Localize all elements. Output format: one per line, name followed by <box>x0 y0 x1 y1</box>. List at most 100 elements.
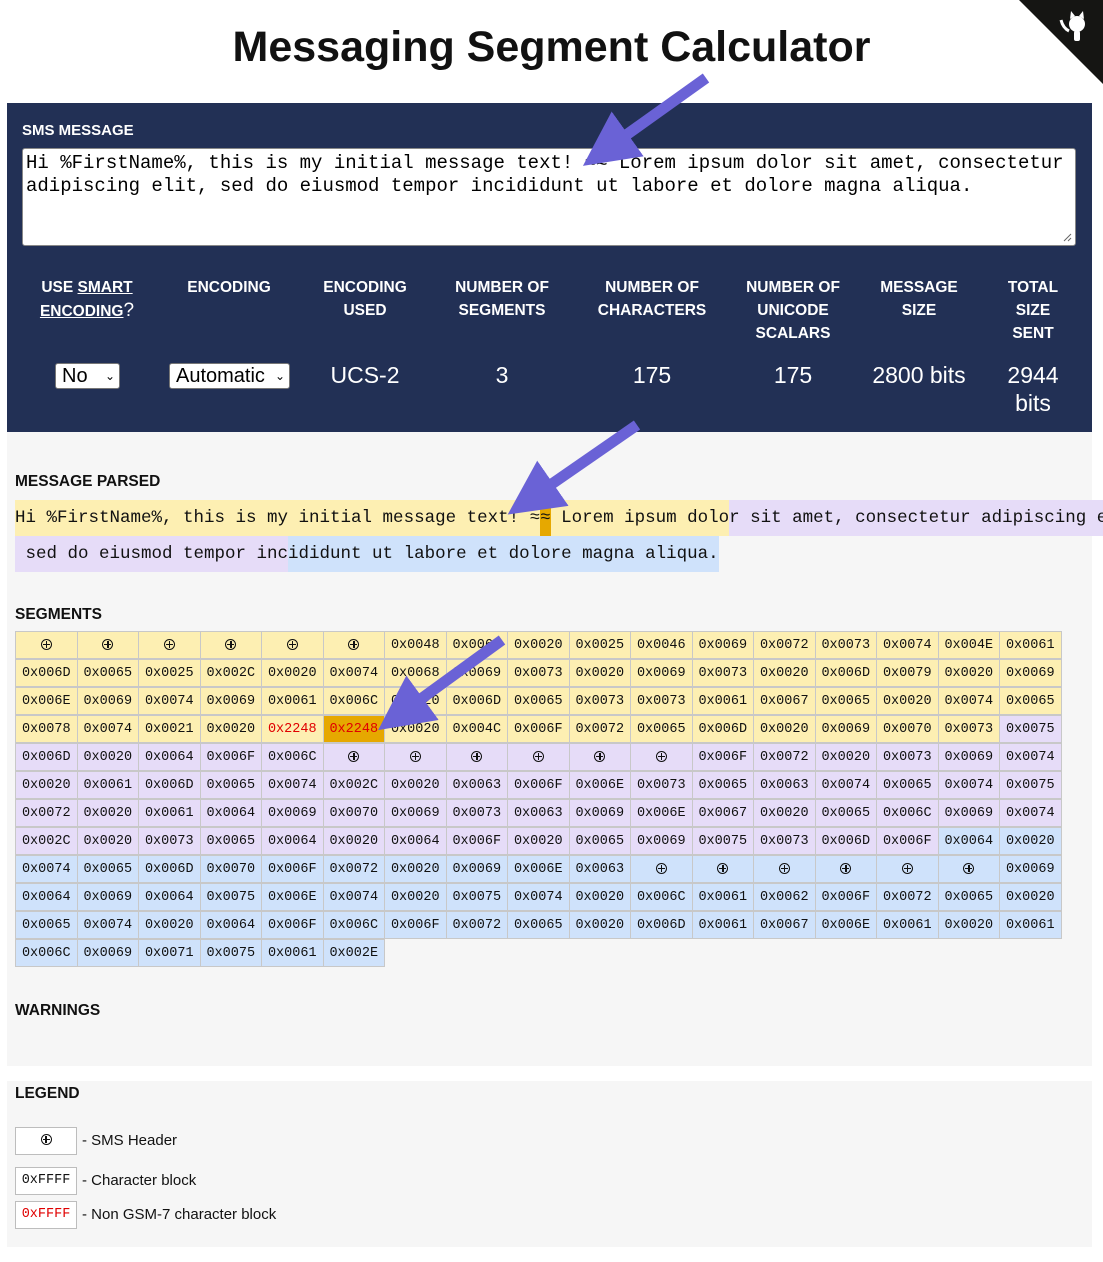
sms-header-icon <box>717 862 729 874</box>
character-block-cell: 0x0074 <box>261 771 324 799</box>
sms-header-icon <box>901 862 913 874</box>
character-block-cell: 0x006D <box>15 659 78 687</box>
sms-header-icon <box>532 750 544 762</box>
sms-header-cell <box>445 743 508 771</box>
encoding-used-h1: ENCODING <box>323 279 407 296</box>
segment-row: 0x0048 0x0069 0x0020 0x0025 0x0046 0x0069 0x00… <box>15 631 1062 660</box>
total-size-value-1: 2944 <box>1007 362 1059 388</box>
character-block-cell: 0x0020 <box>322 827 385 855</box>
github-corner-link[interactable] <box>1019 0 1103 84</box>
character-block-cell: 0x0074 <box>814 771 877 799</box>
character-block-cell: 0x0072 <box>322 855 385 883</box>
character-block-cell: 0x0073 <box>876 743 939 771</box>
sms-header-cell <box>630 855 693 883</box>
character-block-cell: 0x002C <box>199 659 262 687</box>
character-block-cell: 0x0064 <box>138 883 201 911</box>
segment-row: 0x006D 0x0065 0x0025 0x002C 0x0020 0x0074 0x00… <box>15 659 1062 688</box>
character-block-cell: 0x0061 <box>999 911 1062 939</box>
character-block-cell: 0x0020 <box>507 631 570 659</box>
character-block-cell: 0x0067 <box>753 687 816 715</box>
character-block-cell: 0x0069 <box>630 827 693 855</box>
character-block-cell: 0x0065 <box>15 911 78 939</box>
sms-header-cell <box>876 855 939 883</box>
message-parsed-label: MESSAGE PARSED <box>15 473 161 490</box>
character-block-cell: 0x0069 <box>384 799 447 827</box>
character-block-cell: 0x0046 <box>630 631 693 659</box>
character-block-cell: 0x0063 <box>568 855 631 883</box>
segments-h2: SEGMENTS <box>458 302 546 319</box>
encoding-value: Automatic <box>176 365 265 387</box>
character-block-cell: 0x006E <box>814 911 877 939</box>
segments-value: 3 <box>495 362 509 388</box>
sms-header-icon <box>778 862 790 874</box>
sms-header-icon <box>348 750 360 762</box>
encoding-select[interactable]: Automatic ⌄ <box>169 363 290 389</box>
calculator-panel: SMS MESSAGE Hi %FirstName%, this is my i… <box>7 103 1092 432</box>
character-block-cell: 0x006E <box>261 883 324 911</box>
scalars-h1: NUMBER OF <box>746 279 840 296</box>
character-block-cell: 0x0072 <box>876 883 939 911</box>
sms-message-textarea[interactable]: Hi %FirstName%, this is my initial messa… <box>22 148 1076 246</box>
use-smart-encoding-header: USE SMART ENCODING? <box>40 276 134 323</box>
character-block-cell: 0x0074 <box>15 855 78 883</box>
character-block-cell: 0x0062 <box>753 883 816 911</box>
parsed-chunk: ≈ <box>540 500 551 536</box>
character-block-cell: 0x006F <box>814 883 877 911</box>
character-block-cell: 0x0065 <box>814 687 877 715</box>
character-block-cell: 0x0020 <box>76 827 139 855</box>
smart-encoding-link[interactable]: SMART <box>78 279 133 296</box>
character-block-cell: 0x0069 <box>937 743 1000 771</box>
characters-h2: CHARACTERS <box>597 302 707 319</box>
character-block-cell: 0x0020 <box>814 743 877 771</box>
warnings-label: WARNINGS <box>15 1002 101 1019</box>
character-block-cell: 0x0074 <box>322 883 385 911</box>
character-block-cell: 0x006C <box>15 939 78 967</box>
segment-row: 0x0064 0x0069 0x0064 0x0075 0x006E 0x0074 0x00… <box>15 883 1062 912</box>
character-block-cell: 0x006F <box>876 827 939 855</box>
character-block-cell: 0x0063 <box>753 771 816 799</box>
sms-header-icon <box>594 750 606 762</box>
scalars-h3: SCALARS <box>755 325 831 342</box>
resize-grip-icon[interactable] <box>1062 232 1072 242</box>
unicode-scalars-header: NUMBER OF UNICODE SCALARS <box>746 276 840 345</box>
character-block-cell: 0x0020 <box>384 855 447 883</box>
sms-header-cell <box>322 631 385 659</box>
character-block-cell: 0x0073 <box>507 659 570 687</box>
character-block-cell: 0x0021 <box>138 715 201 743</box>
sms-header-icon <box>40 638 52 650</box>
legend-nongsm-sample: 0xFFFF <box>15 1201 77 1229</box>
sms-header-icon <box>409 750 421 762</box>
character-block-cell: 0x0074 <box>999 743 1062 771</box>
character-block-cell: 0x0074 <box>999 799 1062 827</box>
sms-header-cell <box>814 855 877 883</box>
character-block-cell: 0x0069 <box>568 799 631 827</box>
sms-header-cell <box>691 855 754 883</box>
segment-row: 0x0072 0x0020 0x0061 0x0064 0x0069 0x0070 0x00… <box>15 799 1062 828</box>
legend-nongsm-text: - Non GSM-7 character block <box>82 1206 277 1223</box>
total-h1: TOTAL <box>1007 279 1059 296</box>
sms-header-icon <box>655 750 667 762</box>
legend-header-text: - SMS Header <box>82 1132 178 1149</box>
legend-char-sample: 0xFFFF <box>15 1167 77 1195</box>
message-size-header: MESSAGE SIZE <box>880 276 958 322</box>
character-block-cell: 0x0069 <box>999 855 1062 883</box>
character-block-cell: 0x006F <box>261 855 324 883</box>
segment-row: 0x0065 0x0074 0x0020 0x0064 0x006F 0x006C 0x00… <box>15 911 1062 940</box>
characters-h1: NUMBER OF <box>605 279 699 296</box>
character-block-cell: 0x006D <box>15 743 78 771</box>
character-block-cell: 0x006F <box>384 911 447 939</box>
segments-h1: NUMBER OF <box>455 279 549 296</box>
character-block-cell: 0x004C <box>445 715 508 743</box>
character-block-cell: 0x0065 <box>937 883 1000 911</box>
smart-encoding-select[interactable]: No ⌄ <box>55 363 120 389</box>
character-block-cell: 0x0071 <box>138 939 201 967</box>
character-block-cell: 0x0065 <box>630 715 693 743</box>
smart-encoding-link-2[interactable]: ENCODING <box>40 303 124 320</box>
sms-header-cell <box>568 743 631 771</box>
character-block-cell: 0x006C <box>261 743 324 771</box>
character-block-cell: 0x0074 <box>937 771 1000 799</box>
character-block-cell: 0x0020 <box>384 771 447 799</box>
character-block-cell: 0x006F <box>261 911 324 939</box>
smart-prefix: USE <box>41 279 74 296</box>
size-h1: MESSAGE <box>880 279 958 296</box>
